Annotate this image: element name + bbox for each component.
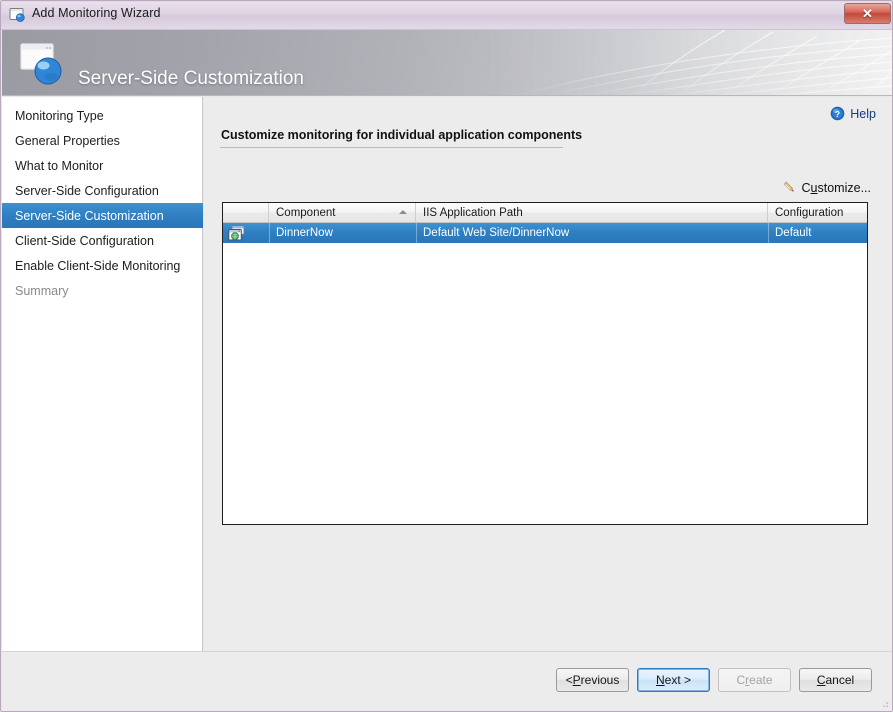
table-header-row: Component IIS Application Path Configura… <box>223 203 867 223</box>
help-label: Help <box>850 106 876 121</box>
sidebar-item-client-side-configuration[interactable]: Client-Side Configuration <box>2 228 203 253</box>
resize-grip-icon[interactable] <box>878 697 890 709</box>
sidebar-item-server-side-customization[interactable]: Server-Side Customization <box>2 203 203 228</box>
components-table[interactable]: Component IIS Application Path Configura… <box>222 202 868 525</box>
sidebar-item-general-properties[interactable]: General Properties <box>2 128 203 153</box>
customize-label: Customize... <box>801 180 871 195</box>
section-divider <box>220 147 563 148</box>
sidebar-item-label: What to Monitor <box>15 158 104 173</box>
banner-mesh-graphic <box>473 30 892 95</box>
create-button: Cr eate <box>718 668 791 692</box>
table-header-icon-column[interactable] <box>223 203 269 222</box>
table-header-label: IIS Application Path <box>423 206 523 219</box>
customize-button[interactable]: Customize... <box>782 180 871 195</box>
svg-text:?: ? <box>835 109 840 119</box>
table-header-label: Configuration <box>775 206 844 219</box>
table-row[interactable]: DinnerNow Default Web Site/DinnerNow Def… <box>223 223 867 243</box>
table-cell-iis-application-path: Default Web Site/DinnerNow <box>423 227 570 239</box>
wizard-footer: < Previous Next > Cr eate Cancel <box>2 651 892 711</box>
page-title: Customize monitoring for individual appl… <box>221 128 583 142</box>
cancel-button[interactable]: Cancel <box>799 668 872 692</box>
next-button[interactable]: Next > <box>637 668 710 692</box>
sidebar-item-label: Enable Client-Side Monitoring <box>15 258 181 273</box>
sidebar-item-summary: Summary <box>2 278 203 303</box>
wizard-steps-sidebar: Monitoring Type General Properties What … <box>2 97 203 651</box>
sidebar-item-what-to-monitor[interactable]: What to Monitor <box>2 153 203 178</box>
help-question-icon: ? <box>830 106 845 121</box>
sidebar-item-label: General Properties <box>15 133 120 148</box>
previous-button[interactable]: < Previous <box>556 668 629 692</box>
sidebar-item-label: Client-Side Configuration <box>15 233 154 248</box>
web-application-icon <box>228 225 246 241</box>
banner-title: Server-Side Customization <box>78 68 304 89</box>
table-cell-component: DinnerNow <box>276 227 333 239</box>
table-cell-configuration: Default <box>775 227 812 239</box>
wizard-window: Add Monitoring Wizard ✕ Server-Side Cust… <box>0 0 893 712</box>
sidebar-item-label: Server-Side Customization <box>15 208 164 223</box>
wizard-main-panel: ? Help Customize monitoring for individu… <box>204 97 892 651</box>
close-button[interactable]: ✕ <box>844 3 891 24</box>
sidebar-item-enable-client-side-monitoring[interactable]: Enable Client-Side Monitoring <box>2 253 203 278</box>
wizard-window-sphere-icon <box>9 8 25 22</box>
sidebar-item-server-side-configuration[interactable]: Server-Side Configuration <box>2 178 203 203</box>
window-title: Add Monitoring Wizard <box>32 6 161 20</box>
table-header-label: Component <box>276 206 336 219</box>
sidebar-item-monitoring-type[interactable]: Monitoring Type <box>2 103 203 128</box>
help-link[interactable]: ? Help <box>830 106 876 121</box>
sidebar-item-label: Server-Side Configuration <box>15 183 159 198</box>
table-header-iis-application-path[interactable]: IIS Application Path <box>416 203 768 222</box>
close-icon: ✕ <box>862 6 873 21</box>
table-header-component[interactable]: Component <box>269 203 416 222</box>
pencil-icon <box>783 181 794 192</box>
sidebar-item-label: Monitoring Type <box>15 108 104 123</box>
title-bar: Add Monitoring Wizard ✕ <box>1 1 892 30</box>
wizard-window-sphere-icon <box>20 43 62 85</box>
sidebar-item-label: Summary <box>15 283 69 298</box>
wizard-header-banner: Server-Side Customization <box>2 30 892 96</box>
sort-ascending-icon <box>399 210 407 214</box>
table-header-configuration[interactable]: Configuration <box>768 203 867 222</box>
